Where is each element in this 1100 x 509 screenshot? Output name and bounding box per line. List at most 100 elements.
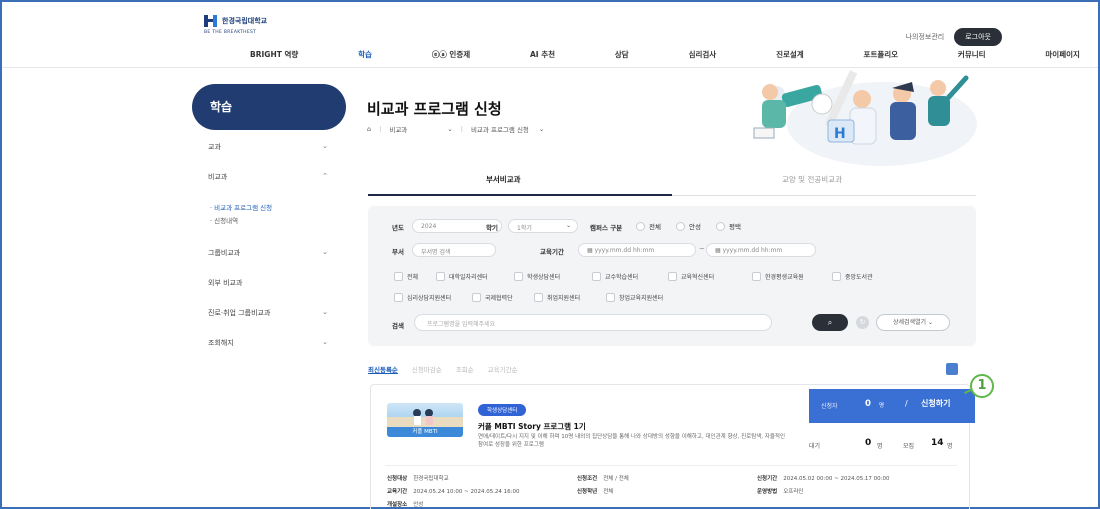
info-grade: 신청학년 전체 (577, 487, 613, 495)
chevron-down-icon: ⌄ (322, 308, 328, 316)
side-nav-label: 외부 비교과 (208, 279, 243, 287)
wait-unit: 명 (877, 443, 883, 450)
gnb-item-career[interactable]: 진로설계 (776, 49, 804, 60)
checkbox-label: 교육혁신센터 (681, 274, 715, 281)
applicant-count: 0 (865, 399, 871, 409)
gnb-item-community[interactable]: 커뮤니티 (958, 49, 986, 60)
gnb-item-counsel[interactable]: 상담 (615, 49, 629, 60)
gnb-item-psych-test[interactable]: 심리검사 (689, 49, 717, 60)
calendar-icon: ▦ (587, 247, 595, 254)
sort-views[interactable]: 조회순 (456, 364, 474, 374)
side-nav-item-cancel[interactable]: 조회해지 ⌄ (192, 338, 342, 348)
logout-button[interactable]: 로그아웃 (954, 28, 1002, 46)
chevron-down-icon: ⌄ (322, 248, 328, 256)
university-logo[interactable]: 한경국립대학교 (204, 14, 267, 28)
center-check-international[interactable]: 국제협력단 (472, 293, 513, 302)
campus-radio-pyeongtaek[interactable]: 평택 (716, 221, 741, 231)
tab-department[interactable]: 부서비교과 (486, 174, 521, 185)
center-check-all[interactable]: 전체 (394, 272, 418, 281)
info-key: 신청조건 (577, 476, 598, 482)
checkbox (472, 293, 481, 302)
date-placeholder: yyyy.mm.dd hh:mm (594, 247, 655, 254)
util-menu: 나의정보관리 로그아웃 (906, 28, 1002, 46)
site-header: 한경국립대학교 BE THE BREAKTHEST 나의정보관리 로그아웃 BR… (2, 2, 1098, 68)
chevron-up-icon: ⌃ (322, 172, 328, 180)
radio-circle (716, 221, 725, 231)
campus-radio-anseong[interactable]: 안성 (676, 221, 701, 231)
chevron-down-icon: ⌄ (322, 338, 328, 346)
logo-icon (204, 14, 218, 28)
gnb-item-portfolio[interactable]: 포트폴리오 (864, 49, 899, 60)
campus-label: 캠퍼스 구분 (590, 224, 623, 232)
gnb-item-ai[interactable]: AI 추천 (530, 49, 555, 60)
side-nav-sub-apply[interactable]: · 비교과 프로그램 신청 (210, 202, 272, 212)
side-nav-sub-history[interactable]: · 신청내역 (210, 215, 238, 225)
side-nav-item-career-group[interactable]: 진로·취업 그룹비교과 ⌄ (192, 308, 342, 318)
checkbox (752, 272, 761, 281)
dept-input[interactable]: 부서명 검색 (412, 243, 496, 257)
center-check-startup[interactable]: 창업교육지원센터 (606, 293, 663, 302)
step-marker: 1 (970, 374, 994, 398)
tab-liberal-major[interactable]: 교양 및 전공비교과 (782, 174, 842, 185)
capacity-label: 모집 (903, 443, 915, 450)
program-card[interactable]: 커플 MBTI 학생상담센터 커플 MBTI Story 프로그램 1기 연애/… (370, 384, 975, 509)
checkbox (394, 293, 403, 302)
sort-deadline[interactable]: 신청마감순 (412, 364, 442, 374)
search-icon: ⌕ (827, 318, 833, 327)
side-nav-item-group[interactable]: 그룹비교과 ⌄ (192, 248, 342, 258)
search-label: 검색 (392, 322, 404, 330)
checkbox (668, 272, 677, 281)
search-button[interactable]: ⌕ (812, 314, 848, 331)
reset-button[interactable]: ↻ (856, 316, 869, 329)
info-method: 운영방법 오프라인 (757, 487, 804, 495)
breadcrumb-separator: | (379, 125, 382, 133)
side-nav-item-extracurricular[interactable]: 비교과 ⌃ (192, 172, 342, 182)
gnb-item-certification[interactable]: ⓔⓐ 인증제 (432, 49, 470, 60)
center-check-counsel[interactable]: 학생상담센터 (514, 272, 560, 281)
center-check-lifelong[interactable]: 한경평생교육원 (752, 272, 804, 281)
term-select[interactable]: 1학기 ⌄ (508, 219, 578, 233)
end-date-input[interactable]: ▦ yyyy.mm.dd hh:mm (706, 243, 816, 257)
gnb-item-bright[interactable]: BRIGHT 역량 (250, 49, 298, 60)
center-check-psych[interactable]: 심리상담지원센터 (394, 293, 451, 302)
side-nav-item-curricular[interactable]: 교과 ⌄ (192, 142, 342, 152)
side-nav-item-external[interactable]: 외부 비교과 (192, 278, 342, 288)
checkbox-label: 취업지원센터 (547, 295, 581, 302)
start-date-input[interactable]: ▦ yyyy.mm.dd hh:mm (578, 243, 696, 257)
checkbox-label: 교수학습센터 (605, 274, 639, 281)
gnb-item-mypage[interactable]: 마이페이지 (1045, 49, 1080, 60)
date-range-separator: ~ (699, 245, 705, 253)
my-info-link[interactable]: 나의정보관리 (906, 32, 945, 42)
advanced-search-button[interactable]: 상세검색열기 ⌄ (876, 314, 950, 331)
center-check-teaching[interactable]: 교수학습센터 (592, 272, 638, 281)
info-target: 신청대상 한경국립대학교 (387, 474, 449, 482)
checkbox (394, 272, 403, 281)
hero-illustration: H (753, 70, 977, 166)
breadcrumb-dropdown-1[interactable]: 비교과 ⌄ (389, 124, 452, 134)
campus-radio-all[interactable]: 전체 (636, 221, 661, 231)
apply-button[interactable]: 신청하기 (921, 398, 950, 409)
tab-active-indicator (368, 194, 672, 196)
center-check-job[interactable]: 대학일자리센터 (436, 272, 488, 281)
center-check-employment[interactable]: 취업지원센터 (534, 293, 580, 302)
side-nav-label: 교과 (208, 143, 221, 151)
gnb-item-study[interactable]: 학습 (358, 49, 372, 60)
applicant-label: 신청자 (821, 403, 838, 410)
program-title[interactable]: 커플 MBTI Story 프로그램 1기 (478, 421, 586, 432)
side-nav-label: 비교과 (208, 173, 228, 181)
sort-latest[interactable]: 최신등록순 (368, 364, 398, 374)
checkbox-label: 대학일자리센터 (449, 274, 488, 281)
center-check-library[interactable]: 중앙도서관 (832, 272, 873, 281)
sort-period[interactable]: 교육기간순 (488, 364, 518, 374)
svg-text:H: H (834, 126, 846, 142)
checkbox-label: 중앙도서관 (845, 274, 873, 281)
grid-view-icon[interactable] (946, 363, 958, 375)
info-condition: 신청조건 전체 / 전체 (577, 474, 629, 482)
search-input[interactable]: 프로그램명을 입력해주세요 (414, 314, 772, 331)
radio-label: 안성 (689, 223, 701, 231)
home-icon[interactable]: ⌂ (367, 125, 371, 133)
breadcrumb-dropdown-2[interactable]: 비교과 프로그램 신청 ⌄ (471, 124, 544, 134)
info-key: 신청학년 (577, 489, 598, 495)
center-check-innovation[interactable]: 교육혁신센터 (668, 272, 714, 281)
slash-divider: / (905, 399, 908, 408)
